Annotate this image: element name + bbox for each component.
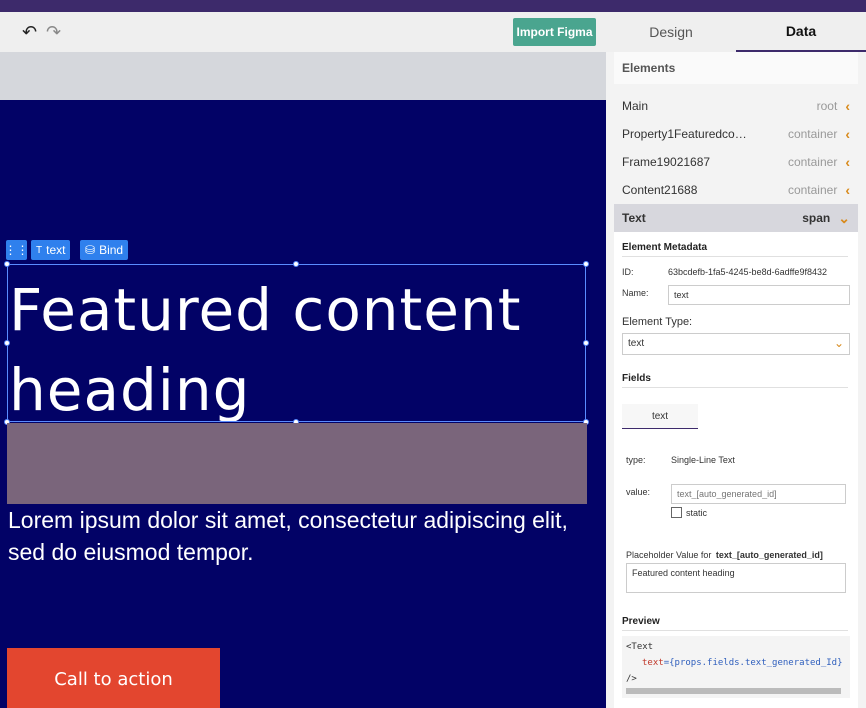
horizontal-scrollbar[interactable] [626,688,841,694]
text-type-chip[interactable]: T text [31,240,71,260]
code-preview: <Text text={props.fields.text_generated_… [622,636,850,698]
static-label: static [686,507,708,518]
placeholder-value-textarea[interactable]: Featured content heading [626,563,846,593]
tree-item-name: Property1Featuredcontentheading [622,127,747,141]
data-panel: Elements Main root ‹ Property1Featuredco… [606,52,866,708]
tree-item-text[interactable]: Text span ⌄ [614,204,858,232]
tab-field-text[interactable]: text [622,404,698,429]
tree-item-kind: span [802,211,831,225]
resize-handle[interactable] [583,261,589,267]
resize-handle[interactable] [4,261,10,267]
database-icon: ⛁ [85,243,96,257]
chevron-left-icon[interactable]: ‹ [845,98,850,114]
tree-item-kind: container [787,155,838,169]
metadata-title: Element Metadata [622,242,848,257]
element-type-value: text [628,338,645,349]
app-top-bar [0,0,866,12]
preview-line-attr: text={props.fields.text_generated_Id} [642,658,843,668]
selection-box [4,261,589,425]
text-chip-label: text [46,243,66,257]
resize-handle[interactable] [293,261,299,267]
canvas-gutter [0,52,606,100]
design-canvas[interactable]: ⋮⋮ T text ⛁ Bind Featured content headin… [0,52,606,708]
preview-title: Preview [622,616,848,631]
tree-item-name: Main [622,99,649,113]
preview-line-close: /> [626,674,637,684]
bind-label: Bind [99,243,124,257]
chevron-left-icon[interactable]: ‹ [845,126,850,142]
toolbar: ↶ ↷ Import Figma Design Data [0,12,866,53]
field-type-label: type: [626,455,646,465]
chevron-left-icon[interactable]: ‹ [845,182,850,198]
tree-item-name: Frame19021687 [622,155,711,169]
field-type-value: Single-Line Text [671,455,735,465]
resize-handle[interactable] [583,340,589,346]
tree-item-name: Text [622,211,646,225]
tree-item-name: Content21688 [622,183,698,197]
element-details: Element Metadata ID: 63bcdefb-1fa5-4245-… [614,232,858,708]
tree-item-kind: container [787,183,838,197]
name-label: Name: [622,288,649,298]
tree-item-kind: container [787,127,838,141]
preview-attr-name: text [642,658,664,668]
tree-item-main[interactable]: Main root ‹ [614,92,858,120]
tab-data[interactable]: Data [736,12,866,52]
element-type-select[interactable]: text ⌄ [622,333,850,355]
id-label: ID: [622,267,634,277]
tab-design[interactable]: Design [606,12,736,52]
preview-attr-expr: ={props.fields.text_generated_Id} [663,658,843,668]
tree-item-kind: root [816,99,838,113]
bind-button[interactable]: ⛁ Bind [80,240,129,260]
placeholder-label: Placeholder Value for text_[auto_generat… [626,550,823,560]
undo-icon[interactable]: ↶ [22,23,37,41]
chevron-down-icon: ⌄ [833,336,844,350]
drag-handle-icon[interactable]: ⋮⋮ [5,240,29,260]
call-to-action-button[interactable]: Call to action [7,648,220,708]
field-value-input[interactable] [671,484,846,504]
tree-item-content[interactable]: Content21688 container ‹ [614,176,858,204]
body-text[interactable]: Lorem ipsum dolor sit amet, consectetur … [8,504,588,568]
name-input[interactable]: text [668,285,850,305]
import-figma-button[interactable]: Import Figma [513,18,596,46]
redo-icon[interactable]: ↷ [46,23,61,41]
image-placeholder[interactable] [7,423,587,504]
placeholder-key: text_[auto_generated_id] [715,550,823,560]
featured-content-frame[interactable]: ⋮⋮ T text ⛁ Bind Featured content headin… [0,100,606,708]
element-type-label: Element Type: [622,316,693,328]
text-type-icon: T [36,244,43,256]
elements-header: Elements [614,52,858,84]
tree-item-frame[interactable]: Frame19021687 container ‹ [614,148,858,176]
preview-line-open: <Text [626,642,654,652]
static-checkbox[interactable] [671,507,682,518]
id-value: 63bcdefb-1fa5-4245-be8d-6adffe9f8432 [668,267,827,277]
static-toggle[interactable]: static [671,507,707,518]
resize-handle[interactable] [4,340,10,346]
field-value-label: value: [626,487,651,497]
placeholder-label-text: Placeholder Value for [626,550,712,560]
fields-title: Fields [622,373,848,388]
tree-item-property[interactable]: Property1Featuredcontentheading containe… [614,120,858,148]
chevron-down-icon[interactable]: ⌄ [838,210,850,227]
chevron-left-icon[interactable]: ‹ [845,154,850,170]
